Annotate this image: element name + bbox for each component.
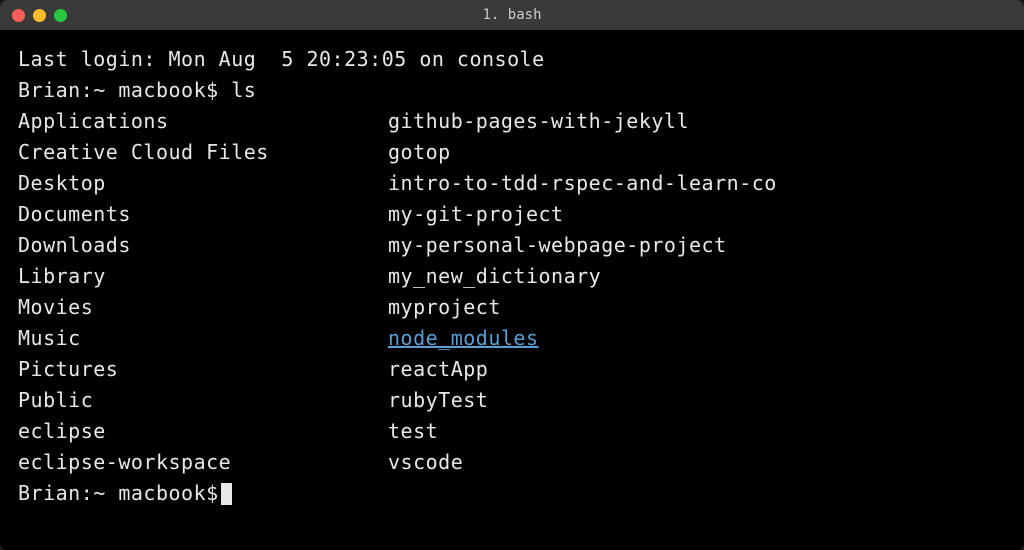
ls-column-2: github-pages-with-jekyll gotop intro-to-…	[388, 106, 777, 478]
command-text: ls	[231, 78, 256, 102]
list-item: github-pages-with-jekyll	[388, 106, 777, 137]
terminal-window: 1. bash Last login: Mon Aug 5 20:23:05 o…	[0, 0, 1024, 550]
close-icon[interactable]	[12, 9, 25, 22]
list-item: gotop	[388, 137, 777, 168]
prompt-text: Brian:~ macbook$	[18, 478, 219, 509]
list-item: Documents	[18, 199, 388, 230]
list-item: my-personal-webpage-project	[388, 230, 777, 261]
ls-column-1: Applications Creative Cloud Files Deskto…	[18, 106, 388, 478]
list-item: Desktop	[18, 168, 388, 199]
list-item: myproject	[388, 292, 777, 323]
list-item: my_new_dictionary	[388, 261, 777, 292]
list-item: eclipse-workspace	[18, 447, 388, 478]
list-item: reactApp	[388, 354, 777, 385]
ls-output: Applications Creative Cloud Files Deskto…	[18, 106, 1006, 478]
list-item: Applications	[18, 106, 388, 137]
list-item: my-git-project	[388, 199, 777, 230]
last-login-line: Last login: Mon Aug 5 20:23:05 on consol…	[18, 44, 1006, 75]
list-item: Movies	[18, 292, 388, 323]
minimize-icon[interactable]	[33, 9, 46, 22]
titlebar: 1. bash	[0, 0, 1024, 30]
prompt-line-1: Brian:~ macbook$ ls	[18, 75, 1006, 106]
cursor-icon	[221, 483, 232, 505]
list-item: rubyTest	[388, 385, 777, 416]
list-item-symlink: node_modules	[388, 323, 777, 354]
list-item: test	[388, 416, 777, 447]
list-item: Library	[18, 261, 388, 292]
prompt-line-2: Brian:~ macbook$	[18, 478, 1006, 509]
list-item: Public	[18, 385, 388, 416]
list-item: Pictures	[18, 354, 388, 385]
list-item: intro-to-tdd-rspec-and-learn-co	[388, 168, 777, 199]
list-item: Creative Cloud Files	[18, 137, 388, 168]
window-title: 1. bash	[482, 7, 541, 23]
traffic-lights	[12, 9, 67, 22]
prompt-text: Brian:~ macbook$	[18, 78, 231, 102]
list-item: Downloads	[18, 230, 388, 261]
terminal-body[interactable]: Last login: Mon Aug 5 20:23:05 on consol…	[0, 30, 1024, 550]
list-item: vscode	[388, 447, 777, 478]
list-item: eclipse	[18, 416, 388, 447]
list-item: Music	[18, 323, 388, 354]
maximize-icon[interactable]	[54, 9, 67, 22]
